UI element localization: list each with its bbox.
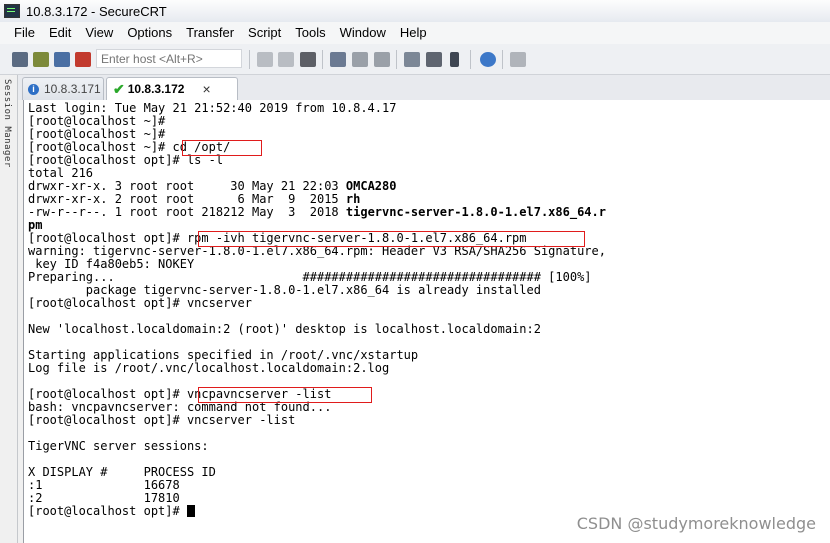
csdn-watermark: CSDN @studymoreknowledge [576,514,816,533]
toolbar-separator [470,50,471,69]
menu-script[interactable]: Script [241,22,288,44]
global-options-icon[interactable] [426,52,442,67]
toolbar-separator [502,50,503,69]
keymap-icon[interactable] [510,52,526,67]
highlight-cd-opt [182,140,262,156]
securecrt-app-icon [4,4,20,18]
terminal-line: [root@localhost opt]# [28,505,195,518]
highlight-rpm-install [198,231,585,247]
terminal-line: [root@localhost opt]# vncserver [28,296,252,310]
print-setup-icon[interactable] [374,52,390,67]
tab-bar: i 10.8.3.171 ✔ 10.8.3.172 × [18,75,830,100]
tab-10-8-3-171[interactable]: i 10.8.3.171 [22,77,104,100]
disconnect-icon[interactable] [75,52,91,67]
menu-window[interactable]: Window [333,22,393,44]
terminal-line: -rw-r--r--. 1 root root 218212 May 3 201… [28,206,606,219]
quick-connect-icon[interactable] [33,52,49,67]
menu-help[interactable]: Help [393,22,434,44]
session-manager-label: Session Manager [2,79,12,168]
tab-10-8-3-172[interactable]: ✔ 10.8.3.172 × [106,77,238,100]
toolbar-separator [322,50,323,69]
check-icon: ✔ [113,80,125,97]
menu-view[interactable]: View [78,22,120,44]
paste-icon[interactable] [278,52,294,67]
copy-icon[interactable] [257,52,273,67]
menu-transfer[interactable]: Transfer [179,22,241,44]
highlight-vncpavncserver [198,387,372,403]
menu-tools[interactable]: Tools [288,22,332,44]
menu-bar: File Edit View Options Transfer Script T… [0,22,830,44]
terminal-line: TigerVNC server sessions: [28,439,209,453]
terminal-prompt: [root@localhost opt]# [28,504,187,518]
terminal-cursor [186,505,195,517]
connect-in-tab-icon[interactable] [54,52,70,67]
connect-icon[interactable] [12,52,28,67]
terminal-line-text: drwxr-xr-x. 2 root root 6 Mar 9 2015 [28,192,346,206]
toolbar [0,44,830,75]
file-name: tigervnc-server-1.8.0-1.el7.x86_64.r [345,205,606,219]
tab-label: 10.8.3.171 [44,82,101,96]
tab-label: 10.8.3.172 [127,82,185,96]
key-icon[interactable] [450,52,459,67]
print-selection-icon[interactable] [352,52,368,67]
session-options-icon[interactable] [404,52,420,67]
session-manager-rail[interactable]: Session Manager [0,75,18,543]
toolbar-separator [396,50,397,69]
menu-edit[interactable]: Edit [42,22,78,44]
terminal-line: [root@localhost opt]# vncserver -list [28,413,296,427]
title-bar: 10.8.3.172 - SecureCRT [0,0,830,23]
info-icon: i [28,83,39,95]
directory-name: OMCA280 [345,179,397,193]
menu-options[interactable]: Options [120,22,179,44]
help-icon[interactable] [480,52,496,67]
terminal-line-text: -rw-r--r--. 1 root root 218212 May 3 201… [28,205,346,219]
terminal-view[interactable]: Last login: Tue May 21 21:52:40 2019 fro… [23,100,830,543]
find-icon[interactable] [300,52,316,67]
menu-file[interactable]: File [0,22,42,44]
directory-name: rh [345,192,361,206]
terminal-line: New 'localhost.localdomain:2 (root)' des… [28,322,541,336]
terminal-line: Log file is /root/.vnc/localhost.localdo… [28,361,390,375]
close-icon[interactable]: × [202,81,210,97]
enter-host-input[interactable] [96,49,242,68]
window-title: 10.8.3.172 - SecureCRT [26,3,167,19]
print-icon[interactable] [330,52,346,67]
terminal-line-text: drwxr-xr-x. 3 root root 30 May 21 22:03 [28,179,346,193]
file-name-wrap: pm [28,218,43,232]
toolbar-separator [249,50,250,69]
